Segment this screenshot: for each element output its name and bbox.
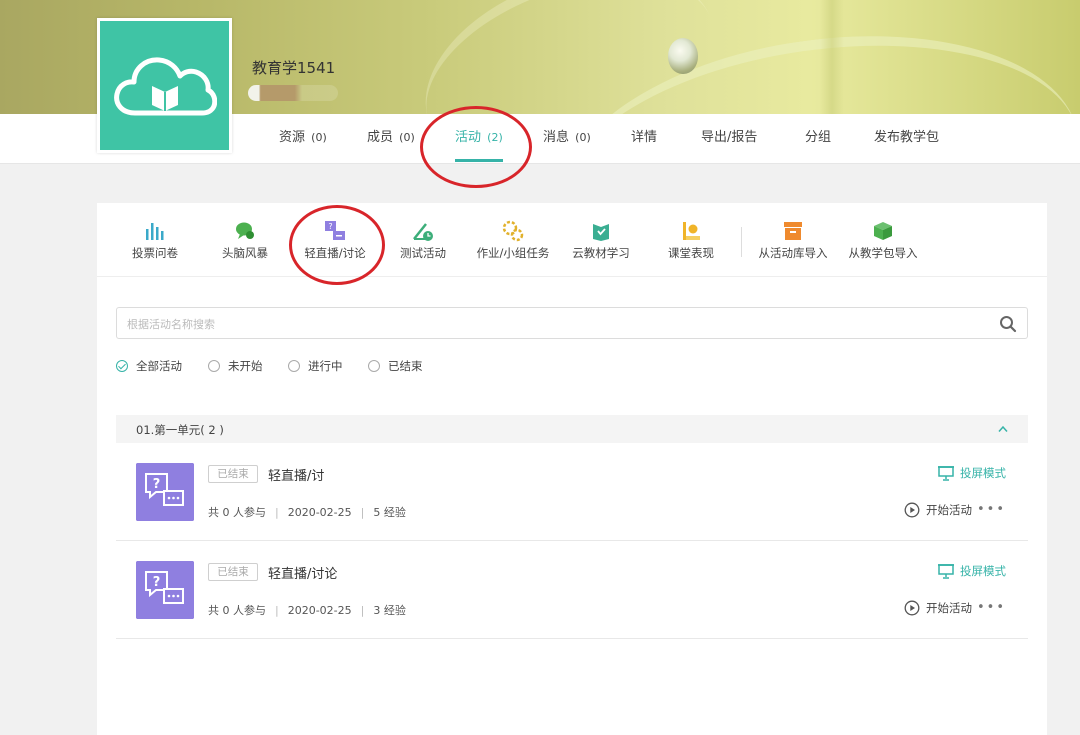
teaching-package-icon — [874, 222, 892, 240]
start-activity-button[interactable]: 开始活动 — [904, 502, 972, 518]
radio-icon — [368, 360, 380, 372]
unit-title: 01.第一单元( 2 ) — [136, 423, 224, 437]
filter-not-started[interactable]: 未开始 — [208, 358, 263, 374]
activity-title[interactable]: 轻直播/讨论 — [268, 563, 337, 582]
screen-mode-button[interactable]: 投屏模式 — [937, 464, 1006, 482]
more-options-icon[interactable]: ••• — [977, 600, 1006, 615]
activity-library-icon — [784, 222, 802, 240]
cloud-textbook-icon — [593, 224, 609, 241]
tab-resources[interactable]: 资源 (0) — [279, 114, 327, 164]
activity-toolbar: 投票问卷 头脑风暴 ? 轻直播/讨论 测试活动 作业/小组任务 云教材学习 课堂… — [97, 203, 1047, 277]
banner-stem — [820, 0, 844, 114]
filter-all[interactable]: 全部活动 — [116, 358, 182, 374]
tab-details[interactable]: 详情 — [631, 114, 657, 164]
chevron-up-icon[interactable] — [998, 425, 1008, 433]
radio-checked-icon — [116, 360, 128, 372]
tool-class-performance[interactable]: 课堂表现 — [653, 203, 729, 277]
tab-members[interactable]: 成员 (0) — [367, 114, 415, 164]
tool-import-activity-library[interactable]: 从活动库导入 — [753, 203, 833, 277]
tab-groups[interactable]: 分组 — [805, 114, 831, 164]
live-discussion-icon: ? — [136, 463, 194, 521]
radio-icon — [208, 360, 220, 372]
banner-water-drop — [668, 38, 698, 74]
play-circle-icon — [904, 600, 920, 616]
live-discussion-icon: ? — [325, 221, 345, 240]
start-activity-button[interactable]: 开始活动 — [904, 600, 972, 616]
svg-text:?: ? — [328, 222, 332, 231]
activity-meta: 共 0 人参与 | 2020-02-25 | 5 经验 — [208, 506, 406, 519]
unit-header[interactable]: 01.第一单元( 2 ) — [116, 415, 1028, 443]
tool-homework-group-task[interactable]: 作业/小组任务 — [469, 203, 557, 277]
screen-mode-button[interactable]: 投屏模式 — [937, 562, 1006, 580]
svg-text:?: ? — [153, 477, 161, 492]
search-input[interactable] — [127, 314, 987, 334]
activity-meta: 共 0 人参与 | 2020-02-25 | 3 经验 — [208, 604, 406, 617]
live-discussion-icon: ? — [136, 561, 194, 619]
activity-title[interactable]: 轻直播/讨 — [268, 465, 324, 484]
bar-chart-icon — [146, 223, 164, 240]
search-icon[interactable] — [999, 315, 1017, 333]
play-circle-icon — [904, 502, 920, 518]
more-options-icon[interactable]: ••• — [977, 502, 1006, 517]
projector-icon — [938, 564, 954, 579]
status-badge: 已结束 — [208, 563, 258, 581]
tool-brainstorm[interactable]: 头脑风暴 — [207, 203, 283, 277]
course-title: 教育学1541 — [252, 59, 336, 77]
tool-test[interactable]: 测试活动 — [385, 203, 461, 277]
filter-in-progress[interactable]: 进行中 — [288, 358, 343, 374]
projector-icon — [938, 466, 954, 481]
activity-item[interactable]: ? 已结束 轻直播/讨论 共 0 人参与 | 2020-02-25 | 3 经验 投屏模… — [116, 541, 1028, 639]
toolbar-divider — [741, 227, 742, 257]
brainstorm-icon — [236, 222, 254, 239]
svg-text:?: ? — [153, 575, 161, 590]
performance-icon — [683, 222, 700, 240]
cloud-book-icon — [113, 56, 217, 115]
tab-export-report[interactable]: 导出/报告 — [701, 114, 757, 164]
status-badge: 已结束 — [208, 465, 258, 483]
tab-publish-package[interactable]: 发布教学包 — [874, 114, 939, 164]
radio-icon — [288, 360, 300, 372]
activity-item[interactable]: ? 已结束 轻直播/讨 共 0 人参与 | 2020-02-25 | 5 经验 投屏模式… — [116, 443, 1028, 541]
tab-activities[interactable]: 活动 (2) — [455, 114, 503, 164]
tool-cloud-textbook[interactable]: 云教材学习 — [563, 203, 639, 277]
tool-vote-survey[interactable]: 投票问卷 — [117, 203, 193, 277]
tab-messages[interactable]: 消息 (0) — [543, 114, 591, 164]
tool-live-discussion[interactable]: ? 轻直播/讨论 — [295, 203, 375, 277]
activity-search — [116, 307, 1028, 339]
tool-import-teaching-package[interactable]: 从教学包导入 — [841, 203, 925, 277]
activity-panel: 投票问卷 头脑风暴 ? 轻直播/讨论 测试活动 作业/小组任务 云教材学习 课堂… — [97, 203, 1047, 735]
redacted-info — [248, 85, 338, 101]
test-icon — [413, 223, 433, 241]
filter-ended[interactable]: 已结束 — [368, 358, 423, 374]
course-logo — [97, 18, 232, 153]
task-icon — [502, 220, 524, 242]
